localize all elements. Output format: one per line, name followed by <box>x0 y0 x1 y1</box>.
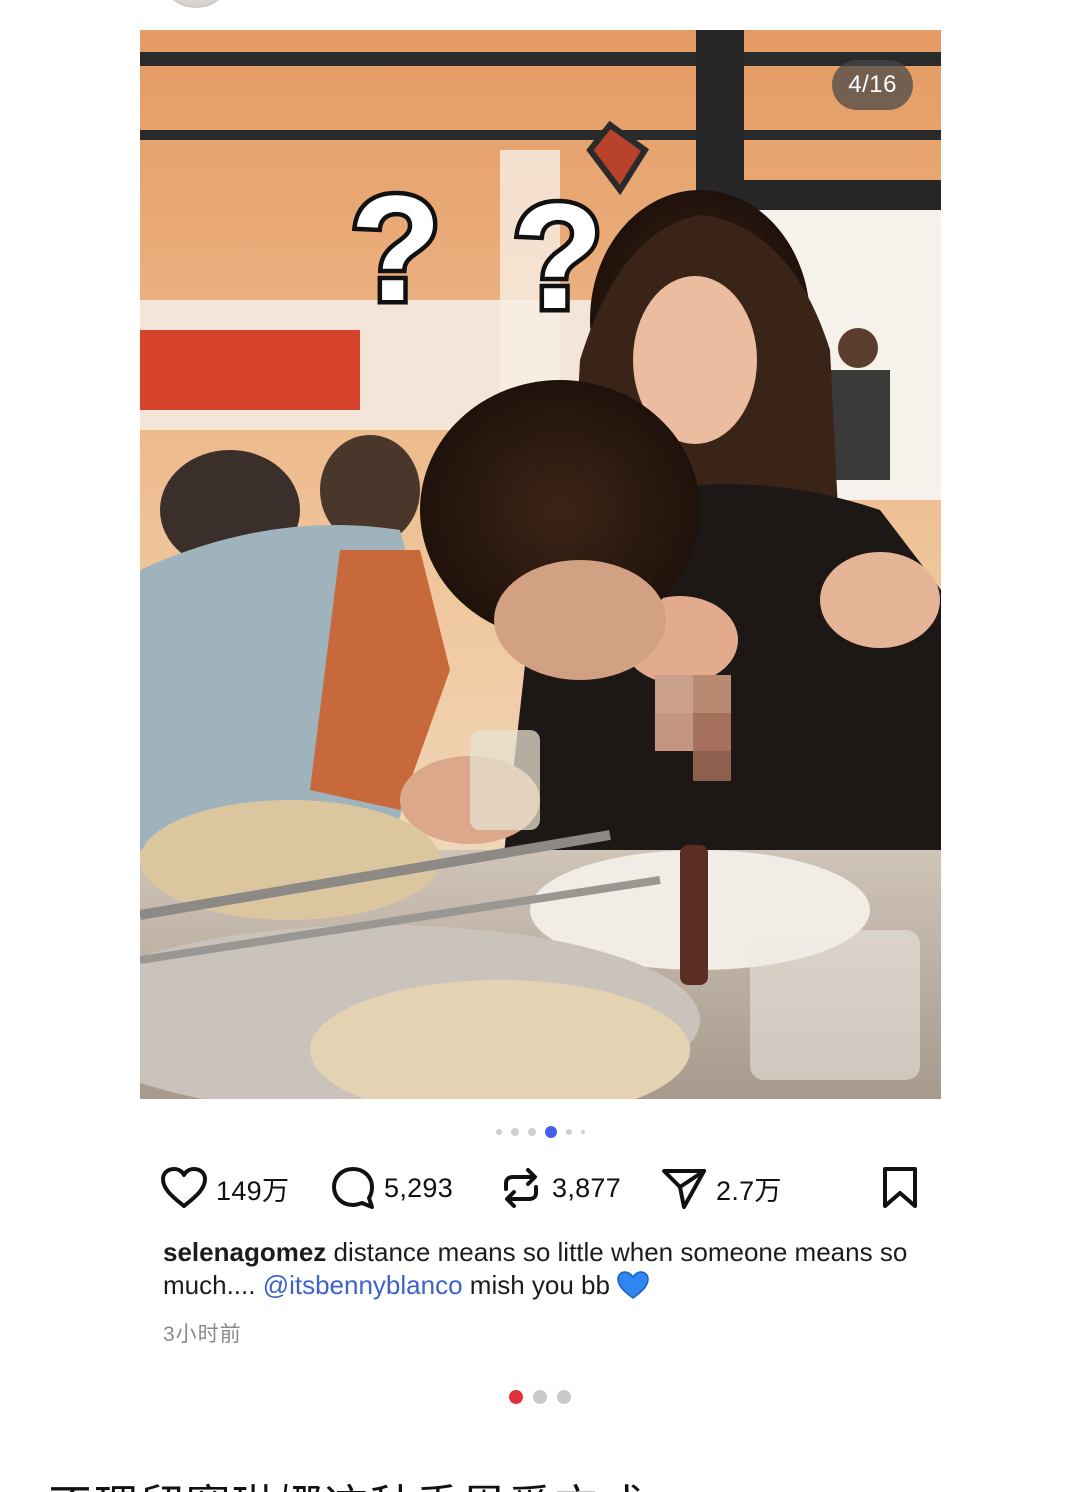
page-dot-active[interactable] <box>509 1390 523 1404</box>
post-photo[interactable]: ? ? 4/16 <box>140 30 941 1099</box>
carousel-dot <box>495 1129 502 1135</box>
save-button[interactable] <box>880 1160 920 1216</box>
caption-username[interactable]: selenagomez <box>163 1237 326 1267</box>
like-count: 149万 <box>216 1175 290 1206</box>
action-bar: 149万 5,293 3,877 2.7万 <box>160 1160 920 1216</box>
question-mark-left: ? <box>350 164 442 332</box>
carousel-dot <box>510 1128 519 1136</box>
carousel-indicator <box>0 1125 1080 1139</box>
caption-text-end: mish you bb <box>462 1270 610 1300</box>
share-button[interactable]: 2.7万 <box>660 1160 820 1216</box>
article-heading: 不理留赛琳娜这种秀恩爱方式 <box>48 1470 646 1492</box>
carousel-dot <box>580 1130 585 1134</box>
speech-bubble-icon <box>332 1167 374 1209</box>
question-mark-right: ? <box>512 172 604 340</box>
comment-button[interactable]: 5,293 <box>330 1160 498 1216</box>
paper-plane-icon <box>662 1169 706 1209</box>
heart-outline-icon <box>161 1167 207 1208</box>
share-count: 2.7万 <box>716 1175 782 1206</box>
page-dot[interactable] <box>533 1390 547 1404</box>
post-caption: selenagomez distance means so little whe… <box>163 1236 923 1308</box>
repost-arrows-icon <box>504 1168 538 1208</box>
carousel-dot-active <box>544 1126 557 1138</box>
image-counter-badge: 4/16 <box>832 60 913 110</box>
bookmark-icon <box>883 1167 917 1208</box>
author-avatar[interactable] <box>168 0 224 8</box>
blue-heart-emoji-icon <box>616 1270 650 1308</box>
post-timestamp: 3小时前 <box>163 1323 242 1346</box>
caption-mention-link[interactable]: @itsbennyblanco <box>263 1270 463 1300</box>
carousel-dot <box>527 1128 536 1136</box>
like-button[interactable]: 149万 <box>160 1160 330 1216</box>
question-mark-overlay: ? ? <box>346 160 609 345</box>
repost-button[interactable]: 3,877 <box>498 1160 660 1216</box>
page-dot[interactable] <box>557 1390 571 1404</box>
page-indicator <box>0 1390 1080 1406</box>
carousel-dot <box>565 1129 572 1135</box>
comment-count: 5,293 <box>384 1172 454 1203</box>
repost-count: 3,877 <box>552 1172 622 1203</box>
